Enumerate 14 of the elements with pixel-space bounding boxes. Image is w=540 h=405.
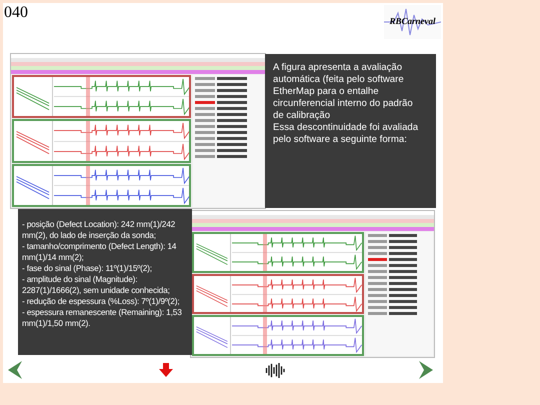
audio-icon[interactable]: [263, 363, 287, 378]
next-arrow-icon[interactable]: [418, 360, 434, 380]
page-number: 040: [4, 3, 28, 23]
bullet-text: - tamanho/comprimento (Defect Length): 14 mm(1)/14 mm(2);: [22, 241, 178, 263]
bullet-text: - espessura remanescente (Remaining): 1,53 mm(1)/1,50 mm(2).: [22, 307, 183, 329]
description-paragraph: A figura apresenta a avaliação automática (feita pelo software EtherMap para o entalhe circunferencial interno do padrão de calibração: [273, 62, 414, 122]
bullet-text: - fase do sinal (Phase): 11º(1)/15º(2);: [22, 263, 153, 274]
previous-arrow-icon[interactable]: [7, 360, 23, 380]
down-arrow-icon[interactable]: [159, 363, 173, 377]
bullet-text: - redução de espessura (%Loss): 7º(1)/9º(2);: [22, 296, 180, 307]
logo: RBCarneval: [384, 5, 441, 39]
description-paragraph: Essa descontinuidade foi avaliada pelo software a seguinte forma:: [273, 122, 420, 146]
bullet-text: - amplitude do sinal (Magnitude): 2287(1)/1666(2), sem unidade conhecida;: [22, 274, 171, 296]
bullet-text: - posição (Defect Location): 242 mm(1)/242 mm(2), do lado de inserção da sonda;: [22, 219, 176, 241]
